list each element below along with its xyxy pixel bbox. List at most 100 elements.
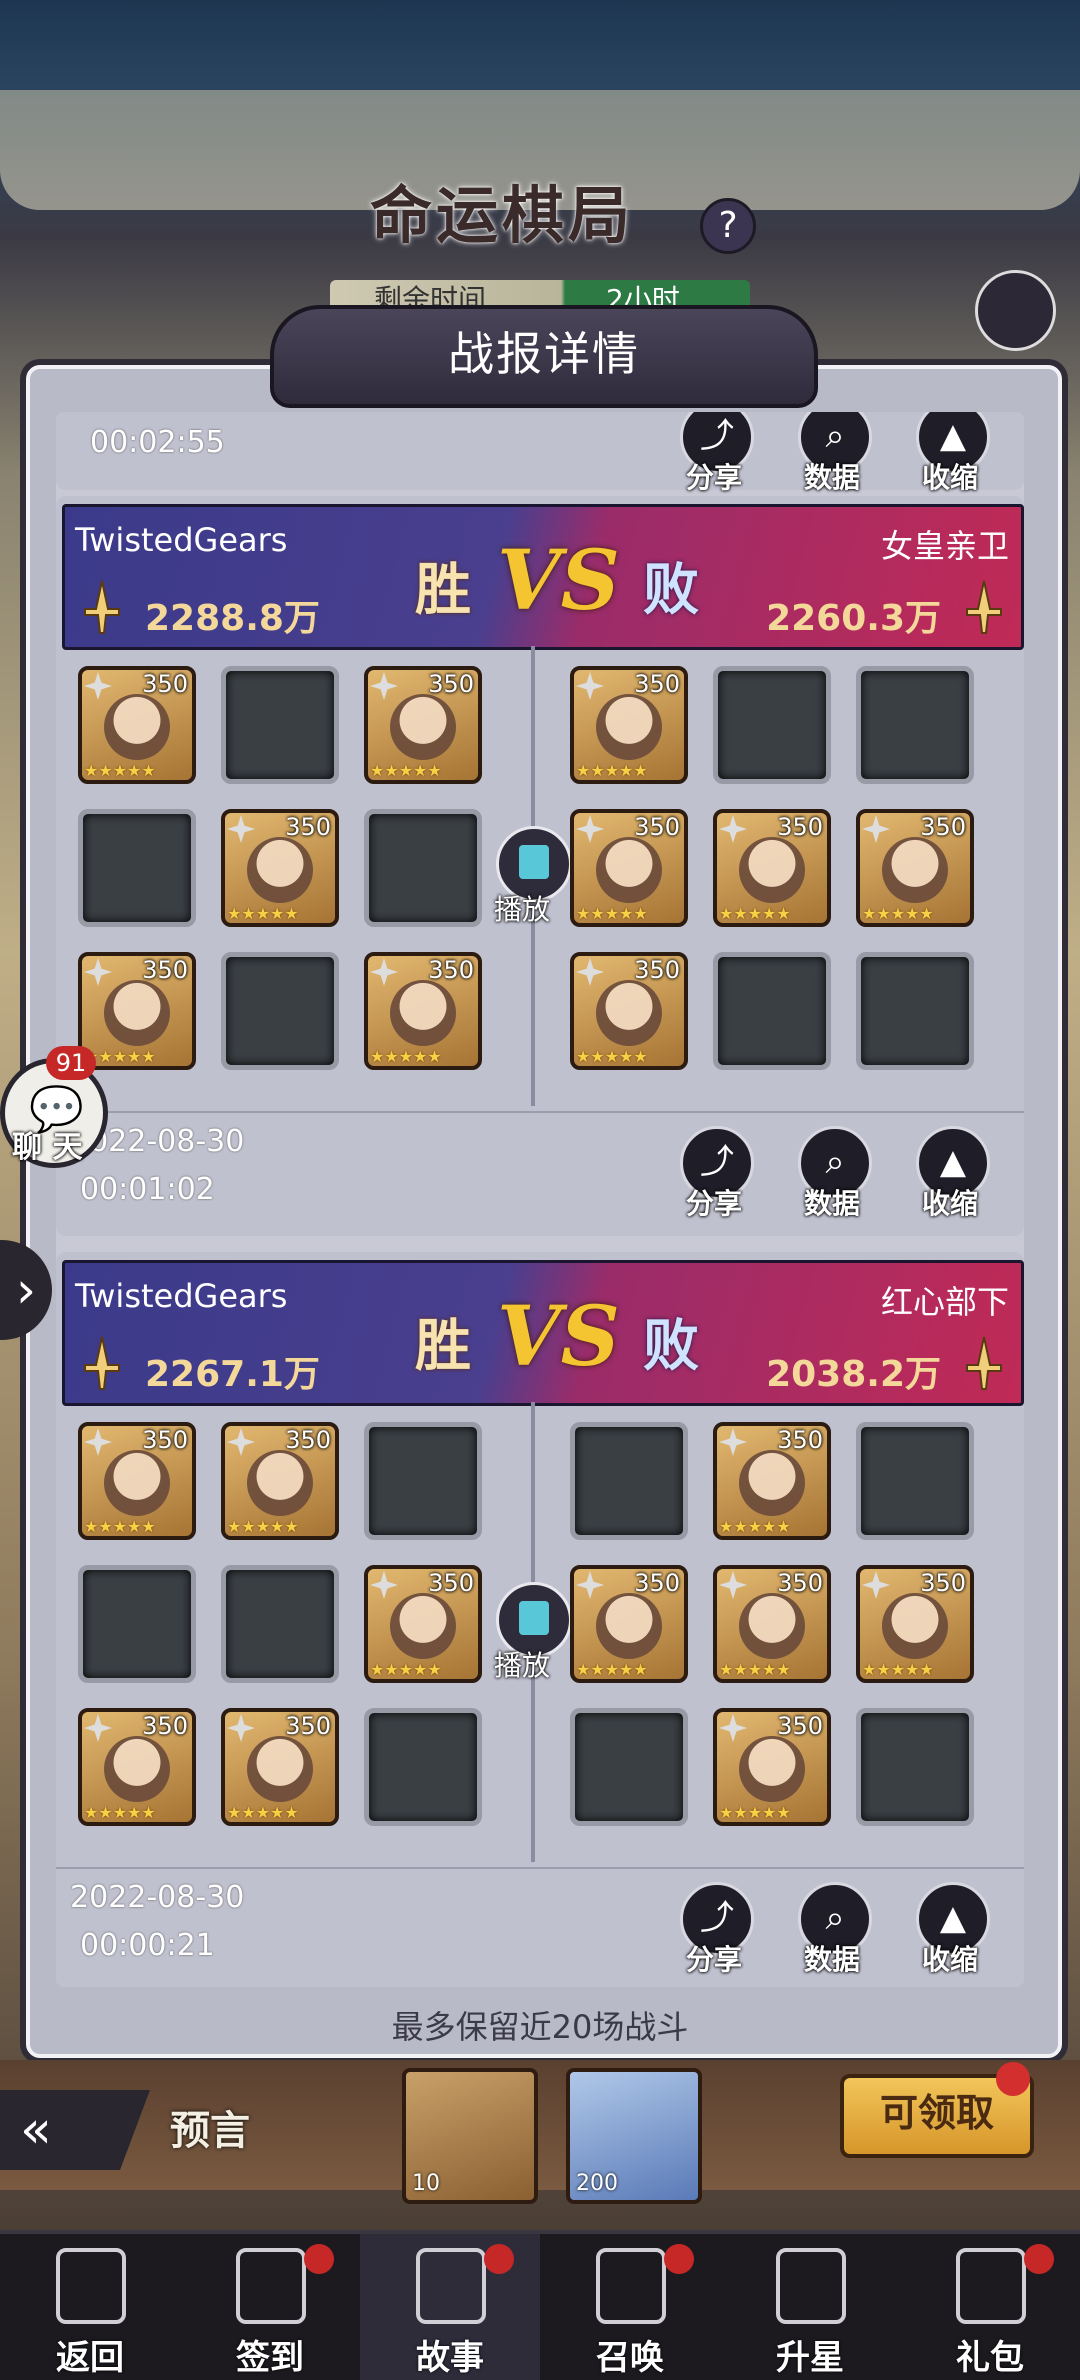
share-button[interactable]: ⤴ 分享	[676, 1126, 754, 1220]
share-button[interactable]: ⤴ 分享	[676, 1882, 754, 1976]
data-label: 数据	[803, 461, 860, 494]
hero-portrait[interactable]: 350 ★★★★★	[713, 1708, 831, 1826]
hero-face	[882, 1593, 948, 1659]
hero-portrait[interactable]: 350 ★★★★★	[78, 952, 196, 1070]
hero-face	[596, 694, 662, 760]
battle-date: 2022-08-30	[70, 1880, 245, 1915]
hero-portrait[interactable]: 350 ★★★★★	[78, 666, 196, 784]
hero-portrait[interactable]: 350 ★★★★★	[570, 1565, 688, 1683]
hero-portrait[interactable]: 350 ★★★★★	[364, 666, 482, 784]
hero-face	[596, 1593, 662, 1659]
hero-level: 350	[142, 1712, 188, 1740]
rank-star-icon	[370, 958, 398, 986]
vs-emblem: VS	[497, 533, 620, 629]
hero-portrait[interactable]: 350 ★★★★★	[856, 809, 974, 927]
hero-level: 350	[428, 956, 474, 984]
share-label: 分享	[685, 1187, 742, 1220]
nav-label: 返回	[56, 2338, 124, 2378]
star-rating-icon: ★★★★★	[370, 1047, 442, 1066]
empty-slot	[570, 1422, 688, 1540]
collapse-button[interactable]: ▲ 收缩	[912, 1126, 990, 1220]
empty-slot	[856, 952, 974, 1070]
hero-level: 350	[428, 670, 474, 698]
rank-star-icon	[370, 672, 398, 700]
hero-portrait[interactable]: 350 ★★★★★	[78, 1708, 196, 1826]
reward-count: 200	[576, 2171, 618, 2196]
hero-portrait[interactable]: 350 ★★★★★	[221, 809, 339, 927]
hero-portrait[interactable]: 350 ★★★★★	[221, 1422, 339, 1540]
notification-dot	[996, 2062, 1030, 2096]
card-separator	[56, 1111, 1024, 1113]
hero-portrait[interactable]: 350 ★★★★★	[78, 1422, 196, 1540]
nav-story[interactable]: 故事	[360, 2234, 540, 2380]
star-rating-icon: ★★★★★	[862, 1660, 934, 1679]
hero-level: 350	[142, 1426, 188, 1454]
nav-gift[interactable]: 礼包	[900, 2234, 1080, 2380]
question-icon[interactable]: ?	[700, 198, 756, 254]
nav-upgrade[interactable]: 升星	[720, 2234, 900, 2380]
hero-level: 350	[428, 1569, 474, 1597]
share-label: 分享	[685, 1943, 742, 1976]
hero-portrait[interactable]: 350 ★★★★★	[713, 1565, 831, 1683]
collapse-button[interactable]: ▲ 收缩	[912, 1882, 990, 1976]
empty-slot	[713, 666, 831, 784]
hero-portrait[interactable]: 350 ★★★★★	[856, 1565, 974, 1683]
hero-portrait[interactable]: 350 ★★★★★	[221, 1708, 339, 1826]
star-rating-icon: ★★★★★	[84, 761, 156, 780]
notification-dot	[484, 2244, 514, 2274]
star-rating-icon: ★★★★★	[227, 1517, 299, 1536]
reward-diamond[interactable]: 200	[566, 2068, 702, 2204]
defender-power: 2260.3万	[766, 598, 941, 639]
hero-face	[247, 837, 313, 903]
calendar-icon	[236, 2248, 306, 2324]
hero-level: 350	[777, 813, 823, 841]
data-button[interactable]: ⌕ 数据	[794, 1882, 872, 1976]
battle-list[interactable]: 00:02:55 ⤴ 分享 ⌕ 数据 ▲ 收缩 TwistedGears 女皇亲卫 2…	[56, 412, 1024, 1987]
star-rating-icon: ★★★★★	[84, 1803, 156, 1822]
collapse-label: 收缩	[921, 1943, 978, 1976]
reward-scroll[interactable]: 10	[402, 2068, 538, 2204]
hero-level: 350	[285, 1426, 331, 1454]
hero-face	[247, 1736, 313, 1802]
game-title: 命运棋局	[370, 179, 635, 252]
empty-slot	[221, 1565, 339, 1683]
hero-portrait[interactable]: 350 ★★★★★	[570, 952, 688, 1070]
sword-icon	[84, 580, 120, 634]
data-button[interactable]: ⌕ 数据	[794, 412, 872, 494]
attacker-name: TwistedGears	[75, 1277, 288, 1315]
hero-portrait[interactable]: 350 ★★★★★	[364, 952, 482, 1070]
hero-face	[390, 980, 456, 1046]
hero-face	[247, 1450, 313, 1516]
hero-portrait[interactable]: 350 ★★★★★	[570, 809, 688, 927]
collapse-button[interactable]: ▲ 收缩	[912, 412, 990, 494]
defender-name: 红心部下	[880, 1283, 1009, 1321]
rank-star-icon	[84, 1428, 112, 1456]
hero-level: 350	[142, 956, 188, 984]
battle-card: TwistedGears 红心部下 2267.1万 2038.2万 胜 VS 败…	[56, 1252, 1024, 1987]
hero-face	[739, 1593, 805, 1659]
attacker-name: TwistedGears	[75, 521, 288, 559]
empty-slot	[856, 1708, 974, 1826]
hero-portrait[interactable]: 350 ★★★★★	[364, 1565, 482, 1683]
star-rating-icon: ★★★★★	[719, 904, 791, 923]
battle-banner: TwistedGears 女皇亲卫 2288.8万 2260.3万 胜 VS 败	[62, 504, 1024, 650]
hero-portrait[interactable]: 350 ★★★★★	[570, 666, 688, 784]
nav-back[interactable]: 返回	[0, 2234, 180, 2380]
nav-label: 故事	[416, 2338, 484, 2378]
nav-label: 签到	[236, 2338, 304, 2378]
data-button[interactable]: ⌕ 数据	[794, 1126, 872, 1220]
rank-star-icon	[719, 1571, 747, 1599]
nav-checkin[interactable]: 签到	[180, 2234, 360, 2380]
nav-summon[interactable]: 召唤	[540, 2234, 720, 2380]
vs-emblem: VS	[497, 1289, 620, 1385]
battle-time: 00:02:55	[90, 425, 225, 460]
report-icon[interactable]	[975, 270, 1056, 351]
gift-icon	[956, 2248, 1026, 2324]
nav-label: 礼包	[956, 2338, 1024, 2378]
hero-portrait[interactable]: 350 ★★★★★	[713, 1422, 831, 1540]
star-shield-icon	[776, 2248, 846, 2324]
star-rating-icon: ★★★★★	[576, 904, 648, 923]
share-button[interactable]: ⤴ 分享	[676, 412, 754, 494]
battle-card: TwistedGears 女皇亲卫 2288.8万 2260.3万 胜 VS 败…	[56, 496, 1024, 1236]
hero-portrait[interactable]: 350 ★★★★★	[713, 809, 831, 927]
